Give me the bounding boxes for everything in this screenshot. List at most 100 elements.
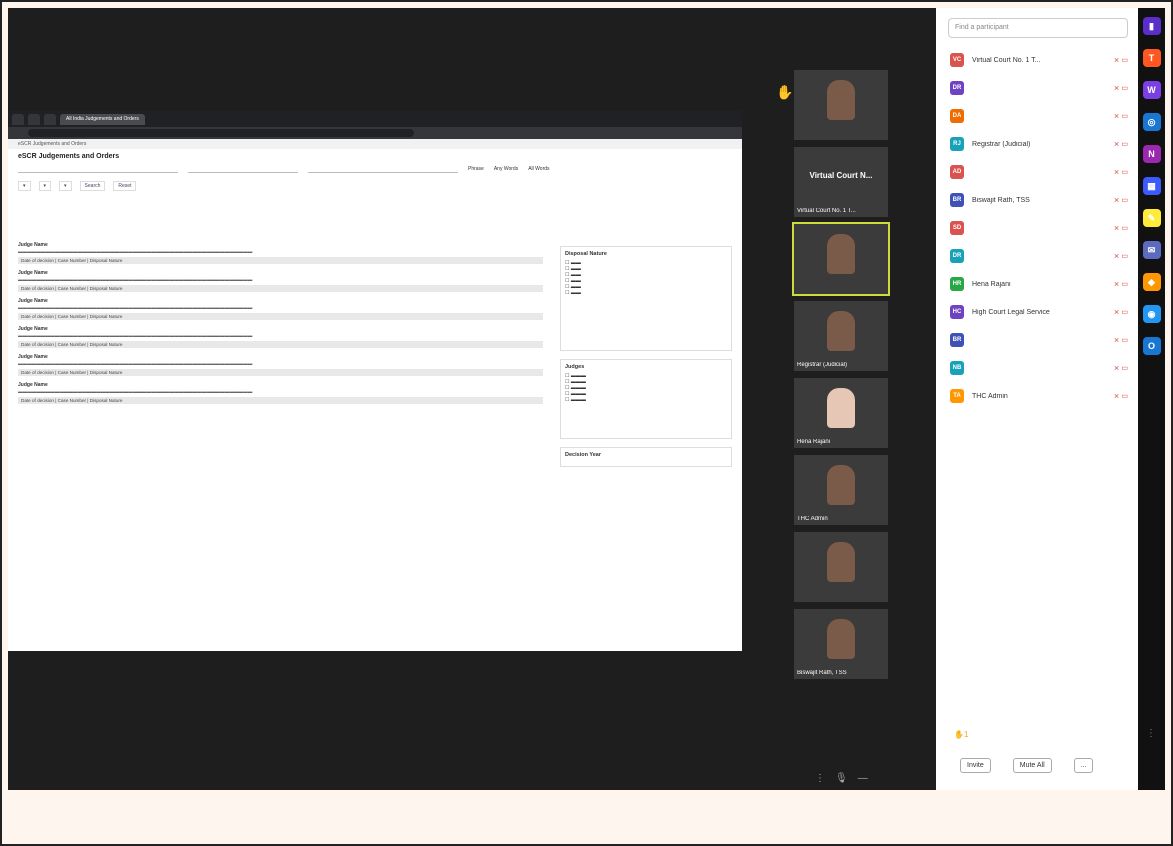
filter-judges[interactable]: Judges ☐ ▬▬▬ ☐ ▬▬▬ ☐ ▬▬▬ ☐ ▬▬▬ ☐ ▬▬▬ (560, 359, 732, 439)
video-tile-name: Biswajit Rath, TSS (797, 670, 847, 676)
participant-row[interactable]: DR ⨯ ▭ (936, 74, 1138, 102)
result-item: Judge Name ▬▬▬▬▬▬▬▬▬▬▬▬▬▬▬▬▬▬▬▬▬▬▬▬▬▬▬▬▬… (18, 325, 543, 348)
participant-avatar: DR (950, 81, 964, 95)
participant-row[interactable]: TA THC Admin ⨯ ▭ (936, 382, 1138, 410)
mic-muted-icon: ⨯ ▭ (1113, 57, 1128, 64)
participant-name: Virtual Court No. 1 T... (972, 56, 1041, 64)
search-field-2[interactable] (188, 164, 298, 173)
onenote-icon[interactable]: N (1142, 145, 1161, 163)
result-meta: Judge Name (18, 326, 48, 332)
search-row: Phrase Any Words All Words (18, 164, 732, 173)
radio-phrase[interactable]: Phrase (468, 166, 484, 172)
video-tile-name: THC Admin (797, 516, 828, 522)
radio-all-words[interactable]: All Words (528, 166, 549, 172)
invite-button[interactable]: Invite (960, 758, 991, 773)
participant-video (827, 234, 855, 274)
search-input[interactable] (18, 164, 178, 173)
video-tile[interactable]: Virtual Court N... Virtual Court No. 1 T… (794, 147, 888, 217)
participant-row[interactable]: DA ⨯ ▭ (936, 102, 1138, 130)
result-item: Judge Name ▬▬▬▬▬▬▬▬▬▬▬▬▬▬▬▬▬▬▬▬▬▬▬▬▬▬▬▬▬… (18, 269, 543, 292)
participant-row[interactable]: AD ⨯ ▭ (936, 158, 1138, 186)
participant-row[interactable]: NB ⨯ ▭ (936, 354, 1138, 382)
microphone-icon[interactable]: 🎙 (835, 773, 858, 784)
participant-row[interactable]: DR ⨯ ▭ (936, 242, 1138, 270)
calendar-icon[interactable]: ▦ (1142, 177, 1161, 195)
radio-any-words[interactable]: Any Words (494, 166, 518, 172)
mail-icon[interactable]: ✉ (1142, 241, 1161, 259)
url-field[interactable] (28, 129, 414, 137)
store-icon[interactable]: ◆ (1142, 273, 1161, 291)
video-tile[interactable]: Registrar (Judicial) (794, 301, 888, 371)
participant-row[interactable]: BR Biswajit Rath, TSS ⨯ ▭ (936, 186, 1138, 214)
more-options-button[interactable]: ... (1073, 758, 1094, 773)
filter-dropdown[interactable]: ▾ (18, 181, 31, 191)
participant-video (827, 465, 855, 505)
video-tile[interactable]: Hena Rajani (794, 378, 888, 448)
outlook-icon[interactable]: O (1142, 337, 1161, 355)
mic-muted-icon: ⨯ ▭ (1113, 113, 1128, 120)
page-title: eSCR Judgements and Orders (18, 153, 120, 160)
participant-search-input[interactable]: Find a participant (948, 18, 1128, 38)
participant-row[interactable]: VC Virtual Court No. 1 T... ⨯ ▭ (936, 46, 1138, 74)
word-icon[interactable]: W (1142, 81, 1161, 99)
search-button[interactable]: Search (79, 181, 106, 191)
participant-row[interactable]: HR Hena Rajani ⨯ ▭ (936, 270, 1138, 298)
more-vertical-icon[interactable]: ⋮ (1146, 728, 1156, 739)
participants-panel: Find a participant VC Virtual Court No. 1… (936, 8, 1138, 790)
edge-icon[interactable]: ◎ (1142, 113, 1161, 131)
participant-name: Hena Rajani (972, 280, 1011, 288)
participant-row[interactable]: BR ⨯ ▭ (936, 326, 1138, 354)
participant-row[interactable]: RJ Registrar (Judicial) ⨯ ▭ (936, 130, 1138, 158)
mute-all-button[interactable]: Mute All (1012, 758, 1052, 773)
more-icon[interactable]: ⋮ (815, 773, 835, 784)
browser-tab[interactable] (44, 113, 56, 125)
result-details-bar: Date of decision | Case Number | Disposa… (18, 397, 543, 404)
browser-tab[interactable] (28, 113, 40, 125)
video-tile[interactable] (794, 532, 888, 602)
participant-row[interactable]: SD ⨯ ▭ (936, 214, 1138, 242)
result-meta: Judge Name (18, 298, 48, 304)
video-tile[interactable]: Biswajit Rath, TSS (794, 609, 888, 679)
mic-muted-icon: ⨯ ▭ (1113, 309, 1128, 316)
filter-sidebar: Disposal Nature ☐ ▬▬ ☐ ▬▬ ☐ ▬▬ ☐ ▬▬ ☐ ▬▬ ☐ ▬▬… (560, 246, 732, 486)
result-item: Judge Name ▬▬▬▬▬▬▬▬▬▬▬▬▬▬▬▬▬▬▬▬▬▬▬▬▬▬▬▬▬… (18, 297, 543, 320)
filter-heading: Disposal Nature (565, 251, 607, 257)
search-field-3[interactable] (308, 164, 458, 173)
reset-button[interactable]: Reset (113, 181, 137, 191)
browser-tab[interactable] (12, 113, 24, 125)
participant-name: High Court Legal Service (972, 308, 1050, 316)
participant-avatar: DR (950, 249, 964, 263)
browser-tab-bar: All India Judgements and Orders (8, 111, 742, 127)
filter-disposal-nature[interactable]: Disposal Nature ☐ ▬▬ ☐ ▬▬ ☐ ▬▬ ☐ ▬▬ ☐ ▬▬ ☐ ▬▬ (560, 246, 732, 351)
teams-icon[interactable]: T (1142, 49, 1161, 67)
browser-tab-active[interactable]: All India Judgements and Orders (60, 113, 145, 125)
raised-count: 1 (963, 730, 969, 739)
video-tile[interactable]: THC Admin (794, 455, 888, 525)
filter-toolbar: ▾ ▾ ▾ Search Reset (8, 177, 742, 195)
participant-avatar: NB (950, 361, 964, 375)
result-summary: ▬▬▬▬▬▬▬▬▬▬▬▬▬▬▬▬▬▬▬▬▬▬▬▬▬▬▬▬▬▬▬▬▬▬▬▬▬▬▬▬… (18, 333, 253, 338)
participant-video (827, 388, 855, 428)
result-meta: Judge Name (18, 242, 48, 248)
filter-dropdown[interactable]: ▾ (59, 181, 72, 191)
phone-app-icon[interactable]: ▮ (1142, 17, 1161, 35)
mic-muted-icon: ⨯ ▭ (1113, 141, 1128, 148)
filter-dropdown[interactable]: ▾ (38, 181, 52, 191)
app-dock: ▮ T W ◎ N ▦ ✎ ✉ ◆ ◉ O ⋮ (1138, 8, 1165, 790)
shared-screen: All India Judgements and Orders eSCR Jud… (8, 111, 742, 651)
participant-avatar: TA (950, 389, 964, 403)
browser-icon[interactable]: ◉ (1142, 305, 1161, 323)
filter-heading: Decision Year (565, 452, 601, 458)
result-details-bar: Date of decision | Case Number | Disposa… (18, 285, 543, 292)
participant-row[interactable]: HC High Court Legal Service ⨯ ▭ (936, 298, 1138, 326)
notes-icon[interactable]: ✎ (1142, 209, 1161, 227)
browser-subbar: eSCR Judgements and Orders (8, 139, 742, 149)
video-tile[interactable]: ✋ (776, 70, 888, 140)
result-details-bar: Date of decision | Case Number | Disposa… (18, 313, 543, 320)
participant-avatar: HR (950, 277, 964, 291)
filter-decision-year[interactable]: Decision Year (560, 447, 732, 467)
participants-footer: Invite Mute All ... (960, 758, 1094, 773)
minimize-icon[interactable]: — (858, 773, 878, 784)
video-tile-active-speaker[interactable] (792, 222, 890, 296)
video-tile-name: Registrar (Judicial) (797, 362, 848, 368)
